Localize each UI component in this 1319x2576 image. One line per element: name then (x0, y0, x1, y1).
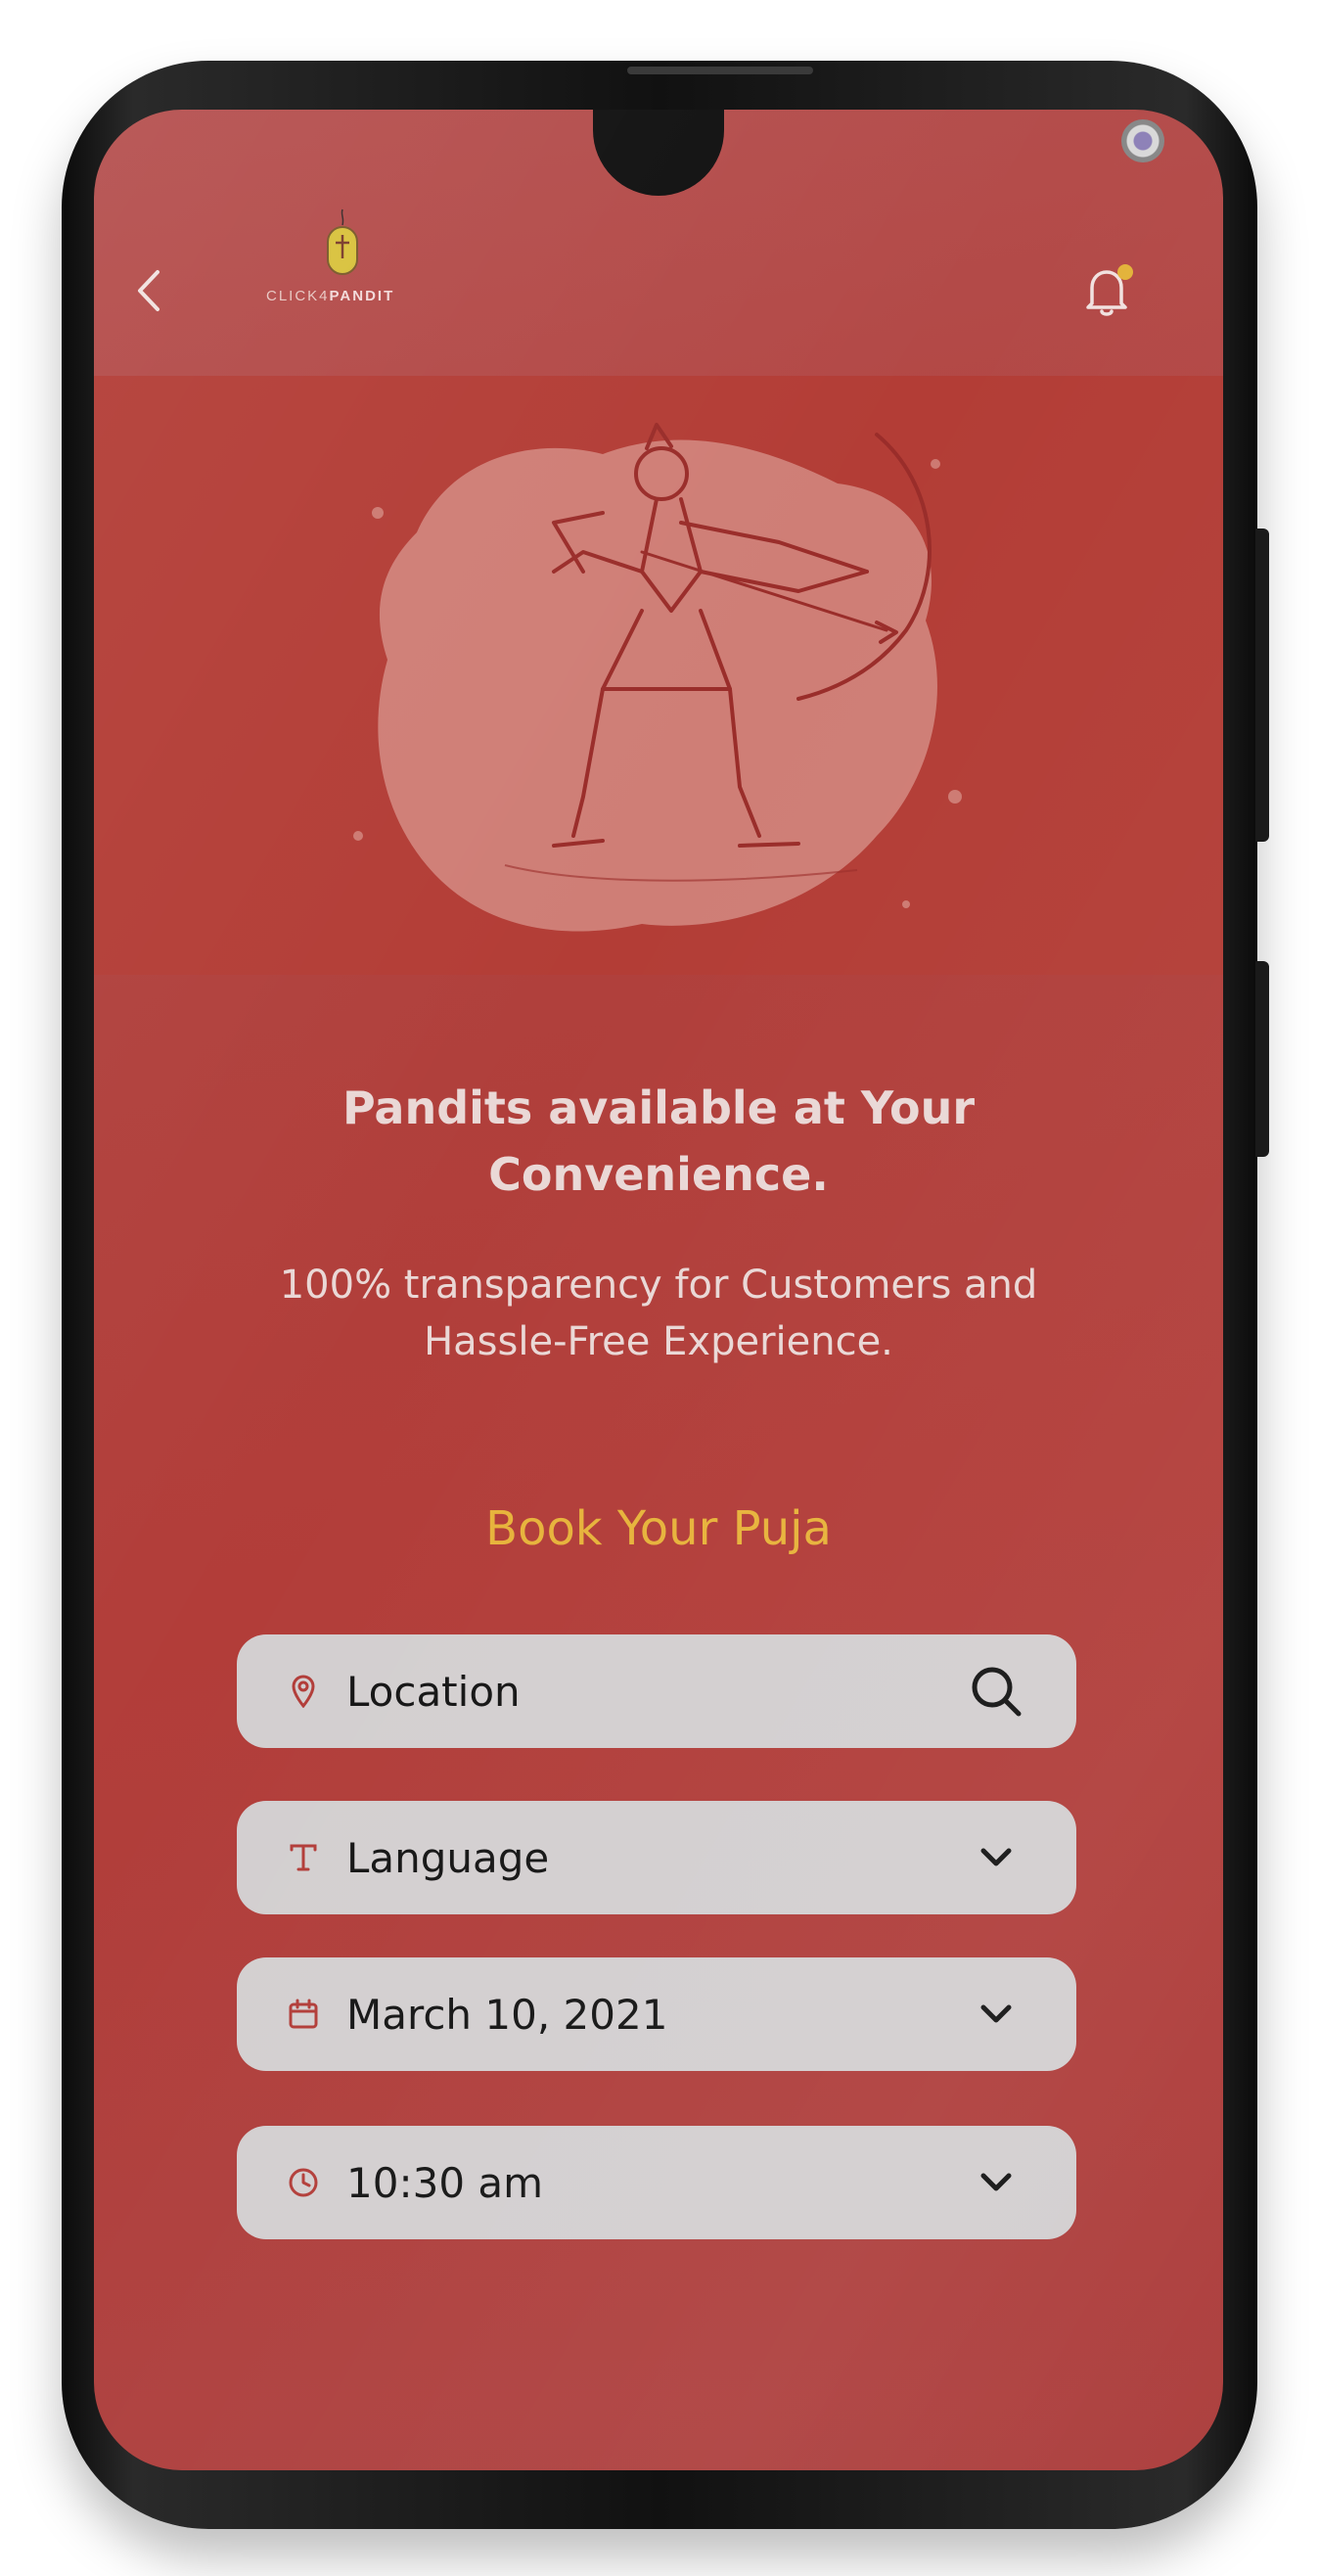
hero-banner (94, 376, 1223, 975)
section-title: Book Your Puja (485, 1501, 832, 1556)
text-icon (286, 1840, 321, 1875)
notification-button[interactable] (1072, 256, 1141, 325)
calendar-icon (286, 1997, 321, 2032)
screen-notch (593, 110, 1164, 196)
clock-icon (286, 2165, 321, 2200)
logo-text-regular: CLICK4 (266, 288, 330, 304)
back-button[interactable] (119, 256, 178, 325)
time-value: 10:30 am (346, 2158, 544, 2207)
time-dropdown-toggle[interactable] (967, 2153, 1025, 2212)
search-icon (972, 1667, 1022, 1717)
location-input[interactable]: Location (346, 1668, 967, 1716)
date-value: March 10, 2021 (346, 1990, 668, 2039)
chevron-left-icon (138, 270, 159, 311)
page-subheadline: 100% transparency for Customers and Hass… (279, 1263, 1038, 1364)
chevron-down-icon (980, 2004, 1012, 2023)
chevron-down-icon (980, 2173, 1012, 2191)
app-logo: CLICK4PANDIT (266, 207, 423, 315)
logo-text-bold: PANDIT (329, 288, 395, 304)
search-button[interactable] (967, 1662, 1025, 1721)
chevron-down-icon (980, 1848, 1012, 1866)
language-dropdown[interactable]: Language (237, 1801, 1076, 1914)
page-headline: Pandits available at Your Convenience. (341, 1081, 976, 1201)
location-field[interactable]: Location (237, 1634, 1076, 1748)
mouse-logo-icon (327, 208, 358, 275)
front-camera (1121, 119, 1164, 162)
language-value: Language (346, 1833, 550, 1882)
date-dropdown[interactable]: March 10, 2021 (237, 1957, 1076, 2071)
app-screen: CLICK4PANDIT Pandits available at Your C… (94, 110, 1223, 2470)
rama-archer-illustration (353, 423, 962, 932)
notification-badge (1117, 264, 1133, 280)
map-pin-icon (286, 1674, 321, 1709)
time-dropdown[interactable]: 10:30 am (237, 2126, 1076, 2239)
phone-side-button (1255, 529, 1269, 842)
phone-side-button (1255, 961, 1269, 1157)
logo-wordmark: CLICK4PANDIT (266, 288, 394, 304)
phone-speaker (627, 67, 813, 74)
date-dropdown-toggle[interactable] (967, 1985, 1025, 2044)
language-dropdown-toggle[interactable] (967, 1828, 1025, 1887)
